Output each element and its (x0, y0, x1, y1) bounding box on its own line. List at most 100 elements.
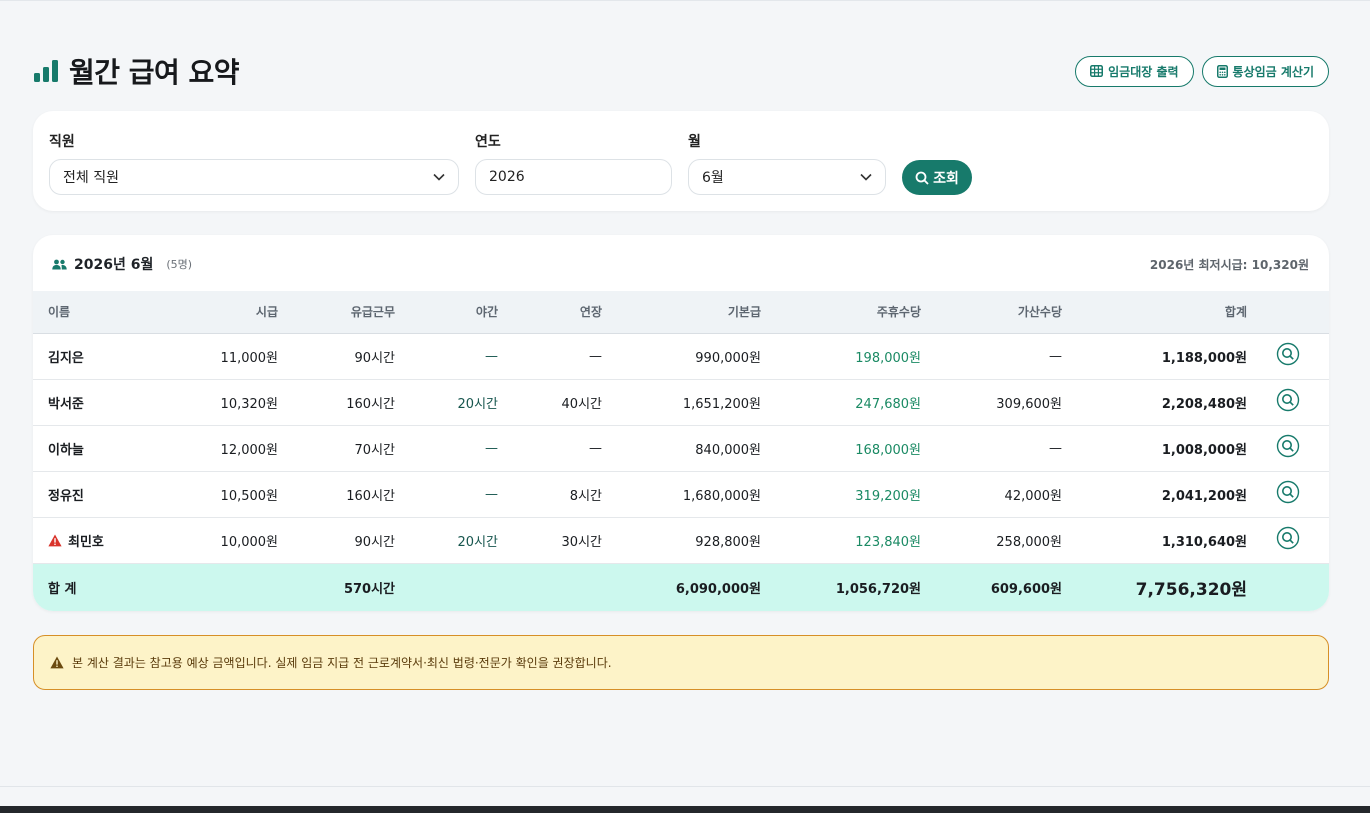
footer-divider (0, 786, 1370, 787)
paid-hours: 160시간 (278, 471, 395, 518)
night-hours: — (395, 471, 498, 518)
table-row: 최민호 10,000원 90시간 20시간 30시간 928,800원 123,… (33, 517, 1329, 564)
extra-allowance: 258,000원 (921, 517, 1062, 564)
extra-allowance: 309,600원 (921, 379, 1062, 426)
col-header: 기본급 (602, 291, 761, 334)
detail-search-icon[interactable] (1276, 388, 1300, 412)
paid-hours: 160시간 (278, 379, 395, 426)
detail-search-icon[interactable] (1276, 526, 1300, 550)
night-hours: — (395, 333, 498, 380)
overtime-hours: — (498, 333, 602, 380)
weekly-allowance: 247,680원 (761, 379, 921, 426)
table-row: 김지은 11,000원 90시간 — — 990,000원 198,000원 —… (33, 333, 1329, 380)
disclaimer-notice: 본 계산 결과는 참고용 예상 금액입니다. 실제 임금 지급 전 근로계약서·… (33, 635, 1329, 690)
year-input[interactable]: 2026 (475, 159, 672, 195)
weekly-allowance: 319,200원 (761, 471, 921, 518)
night-hours: 20시간 (395, 379, 498, 426)
base-pay: 990,000원 (602, 333, 761, 380)
col-header: 야간 (395, 291, 498, 334)
employee-name: 정유진 (48, 488, 84, 504)
hourly-wage: 10,500원 (153, 471, 278, 518)
row-total: 1,310,640원 (1062, 517, 1247, 564)
search-button[interactable]: 조회 (902, 160, 972, 195)
paid-hours: 90시간 (278, 517, 395, 564)
totals-paid-hours: 570시간 (278, 563, 395, 611)
detail-search-icon[interactable] (1276, 480, 1300, 504)
card-header: 2026년 6월 (5명) 2026년 최저시급: 10,320원 (33, 235, 1329, 291)
col-header: 이름 (33, 291, 153, 334)
extra-allowance: — (921, 425, 1062, 472)
month-select-value: 6월 (702, 170, 724, 186)
table-row: 박서준 10,320원 160시간 20시간 40시간 1,651,200원 2… (33, 379, 1329, 426)
hourly-wage: 10,320원 (153, 379, 278, 426)
base-pay: 840,000원 (602, 425, 761, 472)
page-header: 월간 급여 요약 임금대장 출력 통상임금 계산기 (33, 51, 1329, 91)
employee-select-value: 전체 직원 (63, 170, 119, 186)
employee-name-cell: 최민호 (48, 531, 153, 550)
employee-name: 최민호 (68, 534, 104, 550)
paid-hours: 90시간 (278, 333, 395, 380)
totals-weekly-allowance: 1,056,720원 (761, 563, 921, 611)
night-hours: — (395, 425, 498, 472)
detail-search-icon[interactable] (1276, 434, 1300, 458)
weekly-allowance: 123,840원 (761, 517, 921, 564)
extra-allowance: 42,000원 (921, 471, 1062, 518)
search-icon (915, 171, 929, 185)
overtime-hours: 8시간 (498, 471, 602, 518)
table-row: 이하늘 12,000원 70시간 — — 840,000원 168,000원 —… (33, 425, 1329, 472)
warning-icon (50, 656, 64, 669)
footer-bar (0, 806, 1370, 813)
employee-name: 김지은 (48, 350, 84, 366)
ordinary-wage-calc-button[interactable]: 통상임금 계산기 (1201, 55, 1329, 87)
year-label: 연도 (475, 134, 501, 150)
header-actions: 임금대장 출력 통상임금 계산기 (1075, 55, 1329, 87)
month-label: 월 (688, 134, 701, 150)
grand-total: 7,756,320원 (1062, 563, 1247, 611)
month-select[interactable]: 6월 (688, 159, 886, 195)
calculator-icon (1216, 64, 1228, 78)
overtime-hours: 40시간 (498, 379, 602, 426)
row-total: 1,188,000원 (1062, 333, 1247, 380)
row-total: 2,041,200원 (1062, 471, 1247, 518)
payroll-table: 이름 시급 유급근무 야간 연장 기본급 주휴수당 가산수당 합계 김지은 11… (33, 291, 1329, 611)
table-header-row: 이름 시급 유급근무 야간 연장 기본급 주휴수당 가산수당 합계 (33, 291, 1329, 334)
hourly-wage: 10,000원 (153, 517, 278, 564)
employee-label: 직원 (49, 134, 75, 150)
payroll-print-button[interactable]: 임금대장 출력 (1075, 55, 1194, 87)
totals-extra-allowance: 609,600원 (921, 563, 1062, 611)
min-wage-info: 2026년 최저시급: 10,320원 (1149, 258, 1309, 272)
card-title: 2026년 6월 (5명) (52, 254, 192, 274)
detail-search-icon[interactable] (1276, 342, 1300, 366)
totals-label: 합 계 (33, 563, 153, 611)
employee-name: 박서준 (48, 396, 84, 412)
employee-count: (5명) (166, 258, 193, 271)
page-title: 월간 급여 요약 (69, 56, 240, 89)
col-header: 시급 (153, 291, 278, 334)
users-icon (52, 259, 67, 269)
weekly-allowance: 168,000원 (761, 425, 921, 472)
col-header-actions (1247, 291, 1329, 334)
base-pay: 1,651,200원 (602, 379, 761, 426)
row-total: 1,008,000원 (1062, 425, 1247, 472)
overtime-hours: 30시간 (498, 517, 602, 564)
payroll-print-label: 임금대장 출력 (1108, 64, 1179, 79)
night-hours: 20시간 (395, 517, 498, 564)
bar-chart-icon (34, 60, 58, 82)
col-header: 합계 (1062, 291, 1247, 334)
row-total: 2,208,480원 (1062, 379, 1247, 426)
overtime-hours: — (498, 425, 602, 472)
hourly-wage: 12,000원 (153, 425, 278, 472)
table-row: 정유진 10,500원 160시간 — 8시간 1,680,000원 319,2… (33, 471, 1329, 518)
totals-actions-empty (1247, 563, 1329, 611)
chevron-down-icon (860, 173, 872, 181)
totals-base-pay: 6,090,000원 (602, 563, 761, 611)
summary-period: 2026년 6월 (74, 257, 154, 273)
table-icon (1090, 65, 1104, 77)
employee-name: 이하늘 (48, 442, 84, 458)
employee-select[interactable]: 전체 직원 (49, 159, 459, 195)
filter-card: 직원 전체 직원 연도 2026 월 6월 조회 (33, 111, 1329, 211)
payroll-summary-card: 2026년 6월 (5명) 2026년 최저시급: 10,320원 이름 시급 … (33, 235, 1329, 611)
totals-row: 합 계 570시간 6,090,000원 1,056,720원 609,600원… (33, 563, 1329, 611)
extra-allowance: — (921, 333, 1062, 380)
search-button-label: 조회 (933, 170, 959, 187)
